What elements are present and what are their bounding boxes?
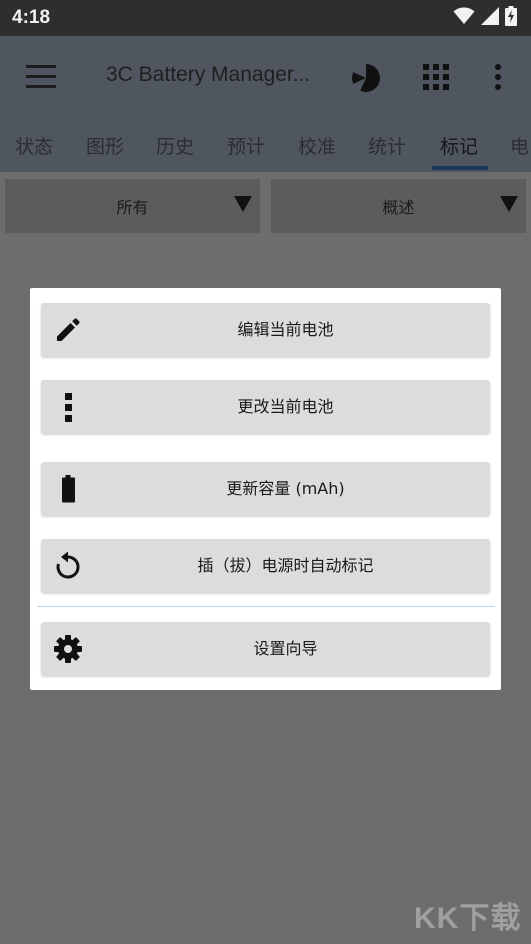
pie-chart-icon[interactable] — [350, 62, 382, 94]
filter-right-value: 概述 — [382, 198, 415, 217]
auto-mark-on-plug-button[interactable]: 插（拔）电源时自动标记 — [41, 539, 490, 593]
change-battery-button[interactable]: 更改当前电池 — [41, 380, 490, 434]
filter-select-left[interactable]: 所有 — [5, 179, 260, 233]
wifi-icon — [453, 7, 475, 29]
change-battery-label: 更改当前电池 — [237, 397, 334, 416]
dropdown-arrow-icon — [234, 196, 252, 212]
battery-icon — [53, 474, 83, 504]
pencil-icon — [53, 315, 83, 345]
status-icons — [453, 6, 517, 30]
screen: 4:18 3C Battery Manager... 状态 图形 历史 预计 校… — [0, 0, 531, 944]
update-capacity-button[interactable]: 更新容量 (mAh) — [41, 462, 490, 516]
tab-graph[interactable]: 图形 — [86, 132, 124, 159]
tab-status[interactable]: 状态 — [15, 132, 53, 159]
app-title: 3C Battery Manager... — [106, 63, 311, 86]
filter-left-value: 所有 — [116, 198, 149, 217]
app-bar: 3C Battery Manager... — [0, 36, 531, 118]
watermark: KK下载 — [414, 902, 522, 935]
tab-calibrate[interactable]: 校准 — [298, 132, 336, 159]
update-capacity-label: 更新容量 (mAh) — [226, 479, 345, 498]
tab-history[interactable]: 历史 — [156, 132, 194, 159]
grid-apps-icon[interactable] — [423, 64, 449, 90]
signal-icon — [481, 7, 499, 29]
tab-overflow[interactable]: 电 — [510, 132, 529, 159]
tab-statistics[interactable]: 统计 — [368, 132, 406, 159]
more-vert-icon[interactable] — [488, 62, 508, 92]
filter-select-right[interactable]: 概述 — [271, 179, 526, 233]
battery-options-dialog: 编辑当前电池 更改当前电池 更新容量 (mAh) 插（拔）电源时自动标记 设置向… — [30, 288, 501, 690]
setup-wizard-button[interactable]: 设置向导 — [41, 622, 490, 676]
gear-icon — [53, 634, 83, 664]
active-tab-indicator — [432, 166, 488, 170]
edit-battery-label: 编辑当前电池 — [237, 320, 334, 339]
hamburger-menu-icon[interactable] — [24, 65, 58, 91]
dropdown-arrow-icon — [500, 196, 518, 212]
status-time: 4:18 — [12, 7, 51, 28]
dialog-divider — [37, 606, 495, 607]
battery-charging-icon — [505, 6, 517, 30]
edit-battery-button[interactable]: 编辑当前电池 — [41, 303, 490, 357]
auto-mark-label: 插（拔）电源时自动标记 — [197, 556, 374, 575]
restore-icon — [53, 551, 83, 581]
setup-wizard-label: 设置向导 — [253, 639, 318, 658]
tab-markers[interactable]: 标记 — [440, 132, 478, 159]
tab-strip: 状态 图形 历史 预计 校准 统计 标记 电 — [0, 118, 531, 172]
more-vert-icon — [53, 392, 83, 422]
tab-estimate[interactable]: 预计 — [227, 132, 265, 159]
status-bar: 4:18 — [0, 0, 531, 36]
